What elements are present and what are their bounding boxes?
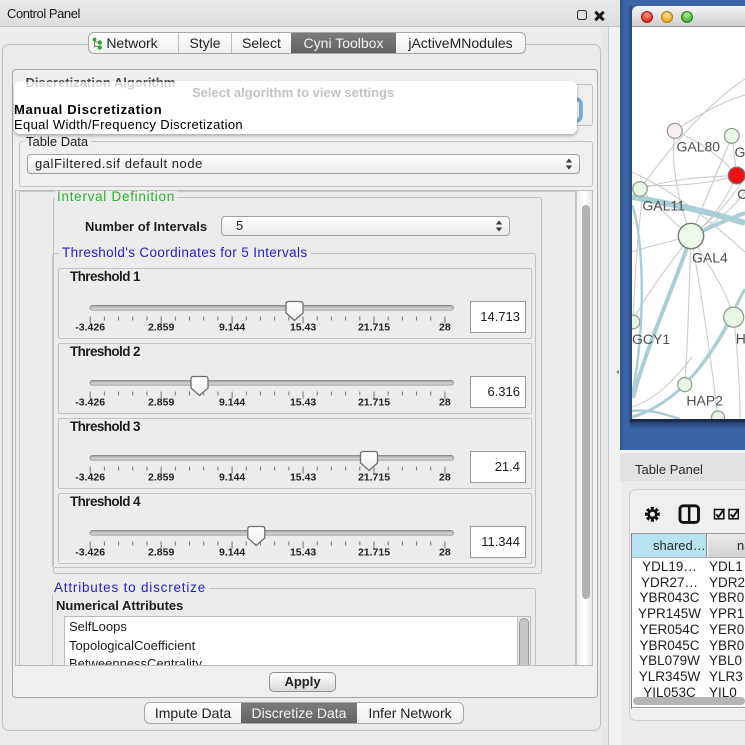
svg-text:-3.426: -3.426 [75, 322, 105, 334]
svg-text:2.859: 2.859 [148, 397, 174, 409]
svg-text:GA: GA [735, 144, 745, 160]
svg-text:21.715: 21.715 [358, 547, 390, 559]
svg-text:28: 28 [439, 547, 451, 559]
svg-text:-3.426: -3.426 [75, 397, 105, 409]
svg-text:15.43: 15.43 [290, 397, 316, 409]
svg-text:GAL11: GAL11 [642, 198, 685, 214]
svg-text:15.43: 15.43 [290, 322, 316, 334]
svg-text:9.144: 9.144 [219, 322, 245, 334]
svg-text:15.43: 15.43 [290, 547, 316, 559]
svg-text:2.859: 2.859 [148, 322, 174, 334]
svg-text:CD: CD [737, 186, 745, 202]
svg-text:2.859: 2.859 [148, 472, 174, 484]
svg-text:GAL4: GAL4 [692, 250, 728, 266]
svg-text:2.859: 2.859 [148, 547, 174, 559]
svg-text:-3.426: -3.426 [75, 547, 105, 559]
svg-text:9.144: 9.144 [219, 472, 245, 484]
svg-text:28: 28 [439, 322, 451, 334]
svg-text:9.144: 9.144 [219, 547, 245, 559]
svg-text:28: 28 [439, 397, 451, 409]
svg-text:21.715: 21.715 [358, 472, 390, 484]
svg-text:HAP2: HAP2 [686, 393, 723, 409]
svg-text:28: 28 [439, 472, 451, 484]
svg-text:GCY1: GCY1 [632, 331, 670, 347]
svg-text:-3.426: -3.426 [75, 472, 105, 484]
svg-text:21.715: 21.715 [358, 322, 390, 334]
svg-text:9.144: 9.144 [219, 397, 245, 409]
svg-text:GAL80: GAL80 [677, 139, 721, 155]
svg-text:H: H [736, 331, 745, 347]
svg-text:21.715: 21.715 [358, 397, 390, 409]
svg-text:15.43: 15.43 [290, 472, 316, 484]
